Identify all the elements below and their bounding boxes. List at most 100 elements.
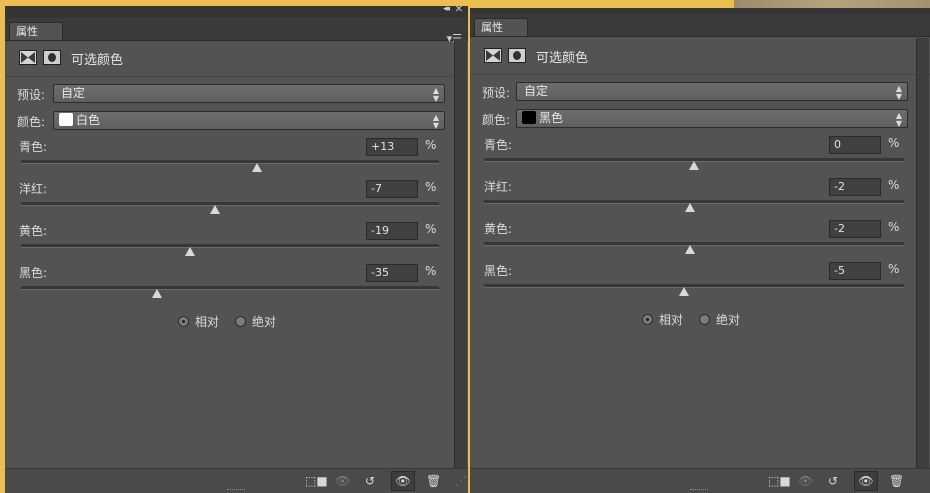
properties-panel-white: ◂◂ ✕ 属性 ▾☰ 可选颜色 预设: 自定 ▲ ▼ 颜色: 白色 ▲ ▼ 青色: … xyxy=(5,6,468,493)
color-value: 白色 xyxy=(76,113,101,127)
method-relative-option[interactable]: 相对 xyxy=(642,311,683,328)
reset-icon[interactable]: ↺ xyxy=(365,474,375,488)
select-arrows-icon: ▲ ▼ xyxy=(895,84,902,101)
color-swatch xyxy=(522,111,536,124)
black-label: 黑色: xyxy=(19,266,48,280)
collapse-icon[interactable]: ◂◂ xyxy=(443,6,450,14)
percent-unit: % xyxy=(888,178,900,192)
properties-panel-black: 属性 可选颜色 预设: 自定 ▲ ▼ 颜色: 黑色 ▲ ▼ 青色: 0 % 洋红: … xyxy=(470,8,930,493)
black-slider-track[interactable] xyxy=(484,284,904,288)
black-slider-thumb[interactable] xyxy=(151,289,162,298)
cyan-label: 青色: xyxy=(484,138,513,152)
black-label: 黑色: xyxy=(484,264,513,278)
color-label: 颜色: xyxy=(17,115,46,129)
yellow-value-field[interactable]: -2 xyxy=(829,220,881,238)
cyan-value-field[interactable]: 0 xyxy=(829,136,881,154)
view-previous-state-icon[interactable]: 👁 xyxy=(798,474,813,488)
panel-scrollbar[interactable] xyxy=(916,38,929,469)
percent-unit: % xyxy=(888,220,900,234)
select-arrows-icon: ▲ ▼ xyxy=(432,86,439,103)
adjustment-header: 可选颜色 xyxy=(470,38,930,75)
adjustment-title: 可选颜色 xyxy=(71,53,124,68)
cyan-slider-thumb[interactable] xyxy=(252,163,263,172)
percent-unit: % xyxy=(425,264,437,278)
yellow-slider-thumb[interactable] xyxy=(684,245,695,254)
preset-label: 预设: xyxy=(17,88,46,102)
black-value-field[interactable]: -5 xyxy=(829,262,881,280)
selective-color-icon xyxy=(19,50,37,65)
eye-icon[interactable]: 👁 xyxy=(854,471,878,491)
adjustment-title: 可选颜色 xyxy=(536,51,589,66)
percent-unit: % xyxy=(425,138,437,152)
select-arrows-icon: ▲ ▼ xyxy=(895,111,902,128)
preset-select[interactable]: 自定 ▲ ▼ xyxy=(516,82,908,101)
trash-icon[interactable]: 🗑 xyxy=(426,474,441,488)
color-value: 黑色 xyxy=(539,111,564,125)
tab-row: 属性 xyxy=(470,14,930,37)
cyan-slider-thumb[interactable] xyxy=(689,161,699,170)
tab-properties[interactable]: 属性 xyxy=(9,22,63,40)
cyan-value-field[interactable]: +13 xyxy=(366,138,418,156)
yellow-label: 黄色: xyxy=(484,222,513,236)
radio-absolute[interactable] xyxy=(235,316,246,327)
panel-footer: ⬚■ 👁 ↺ 👁 🗑 xyxy=(470,468,930,493)
panel-scrollbar[interactable] xyxy=(454,40,467,469)
layer-mask-icon[interactable] xyxy=(508,48,526,63)
magenta-label: 洋红: xyxy=(19,182,48,196)
resize-grip[interactable] xyxy=(227,489,245,492)
percent-unit: % xyxy=(888,262,900,276)
black-slider-thumb[interactable] xyxy=(678,287,689,296)
panel-footer: ⬚■ 👁 ↺ 👁 🗑 ⋰ xyxy=(5,468,468,493)
magenta-slider-thumb[interactable] xyxy=(684,203,695,212)
cyan-slider-track[interactable] xyxy=(21,160,439,164)
clip-to-layer-icon[interactable]: ⬚■ xyxy=(305,474,328,488)
cyan-label: 青色: xyxy=(19,140,48,154)
yellow-slider-track[interactable] xyxy=(21,244,439,248)
yellow-slider-thumb[interactable] xyxy=(185,247,196,256)
preset-select[interactable]: 自定 ▲ ▼ xyxy=(53,84,445,103)
color-label: 颜色: xyxy=(482,113,511,127)
radio-absolute-label: 绝对 xyxy=(716,313,741,327)
preset-value: 自定 xyxy=(61,86,86,100)
yellow-value-field[interactable]: -19 xyxy=(366,222,418,240)
preset-label: 预设: xyxy=(482,86,511,100)
selective-color-icon xyxy=(484,48,502,63)
magenta-slider-track[interactable] xyxy=(21,202,439,206)
radio-relative[interactable] xyxy=(178,316,189,327)
clip-to-layer-icon[interactable]: ⬚■ xyxy=(768,474,791,488)
color-select[interactable]: 黑色 ▲ ▼ xyxy=(516,109,908,128)
black-value-field[interactable]: -35 xyxy=(366,264,418,282)
panel-titlebar: ◂◂ ✕ xyxy=(5,6,468,18)
color-swatch xyxy=(59,113,73,126)
yellow-label: 黄色: xyxy=(19,224,48,238)
close-icon[interactable]: ✕ xyxy=(455,6,463,15)
resize-grip[interactable] xyxy=(690,489,708,492)
method-relative-option[interactable]: 相对 xyxy=(178,313,219,330)
magenta-label: 洋红: xyxy=(484,180,513,194)
radio-absolute[interactable] xyxy=(699,314,710,325)
percent-unit: % xyxy=(425,222,437,236)
black-slider-track[interactable] xyxy=(21,286,439,290)
select-arrows-icon: ▲ ▼ xyxy=(432,113,439,130)
color-select[interactable]: 白色 ▲ ▼ xyxy=(53,111,445,130)
tab-row: 属性 ▾☰ xyxy=(5,18,468,45)
view-previous-state-icon[interactable]: 👁 xyxy=(335,474,350,488)
preset-value: 自定 xyxy=(524,84,549,98)
radio-absolute-label: 绝对 xyxy=(252,315,277,329)
tab-properties[interactable]: 属性 xyxy=(474,18,528,36)
radio-relative[interactable] xyxy=(642,314,653,325)
resize-icon: ⋰ xyxy=(455,474,467,488)
trash-icon[interactable]: 🗑 xyxy=(889,474,904,488)
radio-relative-label: 相对 xyxy=(195,315,220,329)
magenta-slider-thumb[interactable] xyxy=(210,205,221,214)
layer-mask-icon[interactable] xyxy=(43,50,61,65)
percent-unit: % xyxy=(888,136,900,150)
adjustment-header: 可选颜色 xyxy=(5,40,468,77)
magenta-value-field[interactable]: -7 xyxy=(366,180,418,198)
reset-icon[interactable]: ↺ xyxy=(828,474,838,488)
method-absolute-option[interactable]: 绝对 xyxy=(235,313,276,330)
magenta-value-field[interactable]: -2 xyxy=(829,178,881,196)
percent-unit: % xyxy=(425,180,437,194)
eye-icon[interactable]: 👁 xyxy=(391,471,415,491)
method-absolute-option[interactable]: 绝对 xyxy=(699,311,740,328)
